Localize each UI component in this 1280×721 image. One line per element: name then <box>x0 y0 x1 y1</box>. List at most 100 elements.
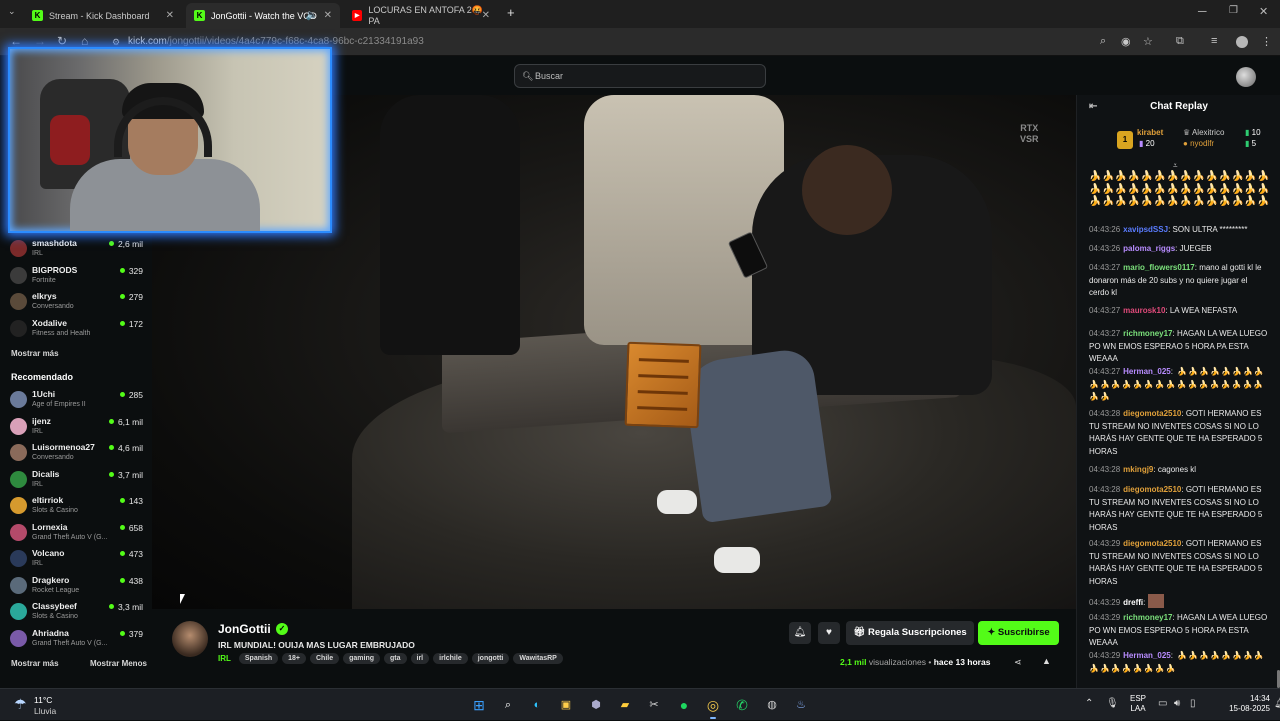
pinned-expand-icon[interactable]: ⩡ <box>1173 161 1178 171</box>
sidebar-channel[interactable]: BIGPRODS Fortnite 329 <box>10 265 146 289</box>
tag-chip[interactable]: Spanish <box>238 653 279 664</box>
follow-heart-button[interactable]: ♥ <box>818 622 840 644</box>
search-icon[interactable]: ⌕ <box>498 695 518 715</box>
tag-chip[interactable]: irlchile <box>433 653 468 664</box>
close-tab-icon[interactable]: ✕ <box>324 10 332 21</box>
message-username[interactable]: dreffi <box>1123 598 1143 607</box>
file-explorer-icon[interactable]: ▰ <box>615 695 635 715</box>
message-username[interactable]: richmoney17 <box>1123 613 1172 622</box>
profile-avatar-icon[interactable] <box>1236 36 1248 48</box>
chat-header: ⇤ Chat Replay <box>1077 95 1280 119</box>
system-clock[interactable]: 14:34 15-08-2025 <box>1206 694 1270 714</box>
reload-button[interactable]: ↻ <box>57 34 67 48</box>
sidebar-channel[interactable]: Luisormenoa27 Conversando 4,6 mil <box>10 442 146 466</box>
browser-menu-icon[interactable]: ⋮ <box>1261 35 1272 48</box>
store-icon[interactable]: ▣ <box>556 695 576 715</box>
message-username[interactable]: richmoney17 <box>1123 329 1172 338</box>
new-tab-button[interactable]: + <box>507 5 515 20</box>
message-username[interactable]: mkingj9 <box>1123 465 1153 474</box>
channel-name[interactable]: JonGottii <box>218 622 271 636</box>
sidebar-channel[interactable]: Dragkero Rocket League 438 <box>10 575 146 599</box>
message-username[interactable]: paloma_riggs <box>1123 244 1175 253</box>
volume-icon[interactable]: 🔊︎ <box>1174 698 1180 709</box>
message-username[interactable]: Herman_025 <box>1123 367 1171 376</box>
message-username[interactable]: maurosk10 <box>1123 306 1165 315</box>
app-icon[interactable]: ⬢ <box>586 695 606 715</box>
tab-search-icon[interactable]: ⌄ <box>8 6 16 17</box>
gift-subscriptions-button[interactable]: 🎁︎ Regala Suscripciones <box>846 621 974 645</box>
extensions-icon[interactable]: ⧉ <box>1176 35 1184 48</box>
sidebar-channel[interactable]: Classybeef Slots & Casino 3,3 mil <box>10 601 146 625</box>
tag-chip[interactable]: WawitasRP <box>513 653 563 664</box>
sidebar-channel[interactable]: smashdota IRL 2,6 mil <box>10 238 146 262</box>
edge-icon[interactable]: ◐ <box>527 695 547 715</box>
whatsapp-icon[interactable]: ✆ <box>732 695 752 715</box>
show-more-recommended-link[interactable]: Mostrar más <box>11 659 59 668</box>
message-username[interactable]: diegomota2510 <box>1123 409 1181 418</box>
sidebar-channel[interactable]: Ahriadna Grand Theft Auto V (G... 379 <box>10 628 146 652</box>
sidebar-channel[interactable]: 1Uchi Age of Empires II 285 <box>10 389 146 413</box>
gifter-name[interactable]: ♛ Alexitrico <box>1183 128 1224 137</box>
sidebar-channel[interactable]: elkrys Conversando 279 <box>10 291 146 315</box>
sidebar-channel[interactable]: ijenz IRL 6,1 mil <box>10 416 146 440</box>
eye-icon[interactable]: ◉ <box>1121 35 1131 48</box>
share-icon[interactable]: ⋖ <box>1014 657 1022 668</box>
bookmark-star-icon[interactable]: ☆ <box>1143 35 1153 48</box>
close-tab-icon[interactable]: ✕ <box>482 10 490 21</box>
notification-bell-button[interactable]: 🔔︎ <box>789 622 811 644</box>
back-button[interactable]: ← <box>10 34 22 48</box>
media-control-icon[interactable]: ≡ <box>1211 35 1217 47</box>
sidebar-channel[interactable]: eltirriok Slots & Casino 143 <box>10 495 146 519</box>
gifter-name[interactable]: kirabet <box>1137 128 1163 137</box>
tab-kick-dashboard[interactable]: K Stream - Kick Dashboard ✕ <box>24 3 182 28</box>
forward-button[interactable]: → <box>34 34 46 48</box>
subscribe-button[interactable]: ✦ Suscribirse <box>978 621 1059 645</box>
sidebar-channel[interactable]: Xodalive Fitness and Health 172 <box>10 318 146 342</box>
network-icon[interactable]: ▭ <box>1158 698 1167 709</box>
obs-icon[interactable]: ◍ <box>762 695 782 715</box>
sidebar-channel[interactable]: Dicalis IRL 3,7 mil <box>10 469 146 493</box>
tab-youtube-locuras[interactable]: ▶ LOCURAS EN ANTOFA 2🤬 PA ✕ <box>344 3 498 28</box>
category-link[interactable]: IRL <box>218 654 231 663</box>
tab-jongottii-vod[interactable]: K JonGottii - Watch the VOD 🔈 ✕ <box>186 3 340 28</box>
report-warning-icon[interactable]: ▲ <box>1042 656 1051 666</box>
spotify-icon[interactable]: ● <box>674 695 694 715</box>
show-hidden-icons-icon[interactable]: ⌃ <box>1085 698 1093 709</box>
gifter-name[interactable]: ● nyodlfr <box>1183 139 1214 148</box>
snipping-tool-icon[interactable]: ✂ <box>644 695 664 715</box>
message-username[interactable]: xavipsdSSJ <box>1123 225 1168 234</box>
tag-chip[interactable]: 18+ <box>282 653 306 664</box>
sidebar-channel[interactable]: Lornexia Grand Theft Auto V (G... 658 <box>10 522 146 546</box>
restore-window-button[interactable]: ❐ <box>1229 5 1238 16</box>
language-indicator[interactable]: ESP LAA <box>1130 694 1146 714</box>
tag-chip[interactable]: irl <box>410 653 430 664</box>
windows-start-icon[interactable]: ⊞ <box>469 695 489 715</box>
home-button[interactable]: ⌂ <box>81 34 88 48</box>
show-more-following-link[interactable]: Mostrar más <box>11 349 59 358</box>
close-tab-icon[interactable]: ✕ <box>166 10 174 21</box>
collapse-chat-icon[interactable]: ⇤ <box>1089 95 1097 119</box>
microphone-icon[interactable]: 🎙︎ <box>1106 698 1119 709</box>
close-window-button[interactable]: ✕ <box>1259 5 1268 18</box>
speaker-icon[interactable]: 🔈 <box>306 10 318 21</box>
message-timestamp: 04:43:26 <box>1089 244 1121 253</box>
chrome-icon[interactable]: ◎ <box>703 695 723 719</box>
steam-icon[interactable]: ♨ <box>791 695 811 715</box>
message-username[interactable]: diegomota2510 <box>1123 485 1181 494</box>
tag-chip[interactable]: gaming <box>343 653 381 664</box>
search-input[interactable]: 🔍︎ Buscar <box>514 64 766 88</box>
show-less-link[interactable]: Mostrar Menos <box>90 659 147 668</box>
notifications-icon[interactable]: 🔔︎ <box>1274 698 1280 709</box>
message-username[interactable]: mario_flowers0117 <box>1123 263 1195 272</box>
tag-chip[interactable]: jongotti <box>471 653 510 664</box>
battery-icon[interactable]: ▯ <box>1190 698 1196 709</box>
tag-chip[interactable]: gta <box>384 653 407 664</box>
user-avatar[interactable] <box>1236 67 1256 87</box>
message-username[interactable]: diegomota2510 <box>1123 539 1181 548</box>
sidebar-channel[interactable]: Volcano IRL 473 <box>10 548 146 572</box>
tag-chip[interactable]: Chile <box>310 653 340 664</box>
minimize-window-button[interactable]: ─ <box>1198 4 1207 18</box>
message-username[interactable]: Herman_025 <box>1123 651 1171 660</box>
channel-avatar[interactable] <box>172 621 208 657</box>
zoom-icon[interactable]: ⌕ <box>1100 35 1106 48</box>
